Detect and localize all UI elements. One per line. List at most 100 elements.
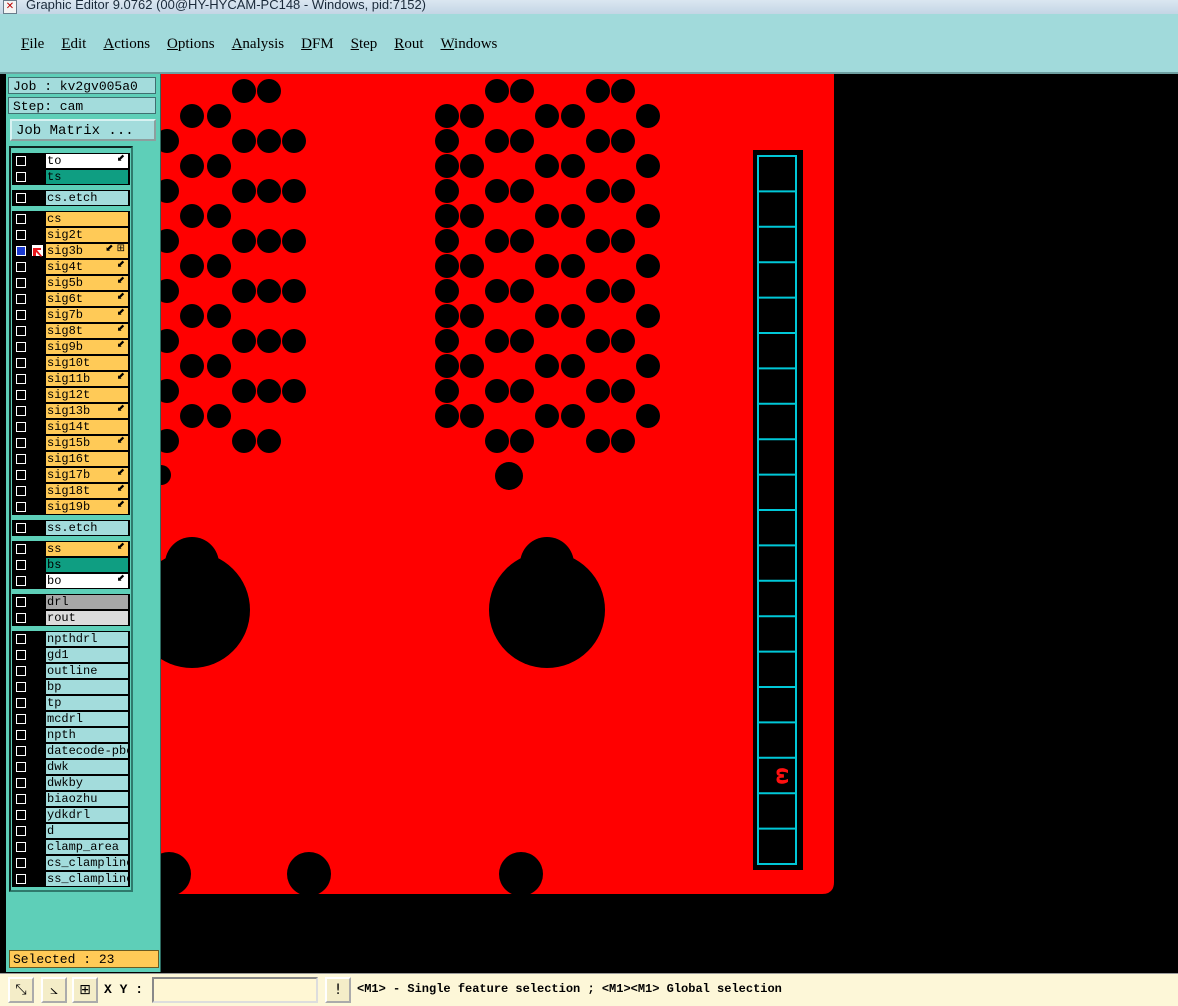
- layer-name[interactable]: outline: [46, 664, 128, 678]
- layer-row-ydkdrl[interactable]: ydkdrl: [12, 807, 130, 823]
- layer-row-ts[interactable]: ts: [12, 169, 130, 185]
- layer-checkbox[interactable]: [16, 714, 26, 724]
- layer-checkbox[interactable]: [16, 874, 26, 884]
- layer-checkbox[interactable]: [16, 172, 26, 182]
- layer-name[interactable]: sig10t: [46, 356, 128, 370]
- layer-row-sig7b[interactable]: sig7b ⬋: [12, 307, 130, 323]
- layer-row-sig12t[interactable]: sig12t: [12, 387, 130, 403]
- layer-name[interactable]: dwk: [46, 760, 128, 774]
- layer-name[interactable]: gd1: [46, 648, 128, 662]
- layer-checkbox[interactable]: [16, 762, 26, 772]
- layer-name[interactable]: dwkby: [46, 776, 128, 790]
- layer-checkbox[interactable]: [16, 406, 26, 416]
- layer-row-ss[interactable]: ss ⬋: [12, 541, 130, 557]
- layer-name[interactable]: ss_clampline: [46, 872, 128, 886]
- layer-name[interactable]: sig12t: [46, 388, 128, 402]
- layer-row-sig5b[interactable]: sig5b ⬋: [12, 275, 130, 291]
- layer-checkbox[interactable]: [16, 193, 26, 203]
- layer-checkbox[interactable]: [16, 842, 26, 852]
- layer-checkbox[interactable]: [16, 810, 26, 820]
- layer-checkbox[interactable]: [16, 613, 26, 623]
- layer-row-sig6t[interactable]: sig6t ⬋: [12, 291, 130, 307]
- layer-name[interactable]: bp: [46, 680, 128, 694]
- menu-windows[interactable]: Windows: [440, 36, 497, 53]
- layer-row-sig3b[interactable]: sig3b ⬋ ⊞: [12, 243, 130, 259]
- layer-name[interactable]: datecode-pbe: [46, 744, 128, 758]
- measure-icon[interactable]: ⦣: [41, 977, 67, 1003]
- layer-checkbox[interactable]: [16, 794, 26, 804]
- layer-row-gd1[interactable]: gd1: [12, 647, 130, 663]
- layer-checkbox[interactable]: [16, 262, 26, 272]
- layer-row-sig9b[interactable]: sig9b ⬋: [12, 339, 130, 355]
- layer-checkbox[interactable]: [16, 597, 26, 607]
- layer-row-biaozhu[interactable]: biaozhu: [12, 791, 130, 807]
- layer-row-d[interactable]: d: [12, 823, 130, 839]
- menu-options[interactable]: Options: [167, 36, 215, 53]
- layer-name[interactable]: bs: [46, 558, 128, 572]
- menu-actions[interactable]: Actions: [103, 36, 150, 53]
- layer-row-sig4t[interactable]: sig4t ⬋: [12, 259, 130, 275]
- xy-input[interactable]: [152, 977, 318, 1003]
- layer-row-sig18t[interactable]: sig18t ⬋: [12, 483, 130, 499]
- layer-name[interactable]: npthdrl: [46, 632, 128, 646]
- layer-name[interactable]: ts: [46, 170, 128, 184]
- layer-row-cs_clampline[interactable]: cs_clampline: [12, 855, 130, 871]
- layer-row-sig13b[interactable]: sig13b ⬋: [12, 403, 130, 419]
- layer-checkbox[interactable]: [16, 326, 26, 336]
- layer-row-sig8t[interactable]: sig8t ⬋: [12, 323, 130, 339]
- layer-checkbox[interactable]: [16, 560, 26, 570]
- layer-checkbox[interactable]: [16, 246, 26, 256]
- menu-step[interactable]: Step: [351, 36, 378, 53]
- menu-dfm[interactable]: DFM: [301, 36, 334, 53]
- zoom-area-icon[interactable]: ⤡: [8, 977, 34, 1003]
- layer-row-cs.etch[interactable]: cs.etch: [12, 190, 130, 206]
- layer-checkbox[interactable]: [16, 523, 26, 533]
- layer-checkbox[interactable]: [16, 544, 26, 554]
- layer-name[interactable]: cs.etch: [46, 191, 128, 205]
- menu-analysis[interactable]: Analysis: [232, 36, 285, 53]
- layer-name[interactable]: drl: [46, 595, 128, 609]
- layer-checkbox[interactable]: [16, 502, 26, 512]
- layer-row-drl[interactable]: drl: [12, 594, 130, 610]
- layer-name[interactable]: ss.etch: [46, 521, 128, 535]
- layer-row-mcdrl[interactable]: mcdrl: [12, 711, 130, 727]
- layer-checkbox[interactable]: [16, 390, 26, 400]
- layer-checkbox[interactable]: [16, 826, 26, 836]
- layer-row-rout[interactable]: rout: [12, 610, 130, 626]
- layer-checkbox[interactable]: [16, 294, 26, 304]
- layer-checkbox[interactable]: [16, 746, 26, 756]
- layer-name[interactable]: cs: [46, 212, 128, 226]
- graphic-canvas[interactable]: ω: [161, 74, 1178, 973]
- layer-row-dwkby[interactable]: dwkby: [12, 775, 130, 791]
- layer-checkbox[interactable]: [16, 358, 26, 368]
- layer-checkbox[interactable]: [16, 486, 26, 496]
- layer-name[interactable]: rout: [46, 611, 128, 625]
- layer-checkbox[interactable]: [16, 374, 26, 384]
- layer-name[interactable]: cs_clampline: [46, 856, 128, 870]
- layer-checkbox[interactable]: [16, 682, 26, 692]
- layer-row-cs[interactable]: cs: [12, 211, 130, 227]
- layer-name[interactable]: sig14t: [46, 420, 128, 434]
- layer-row-dwk[interactable]: dwk: [12, 759, 130, 775]
- layer-row-bp[interactable]: bp: [12, 679, 130, 695]
- layer-name[interactable]: mcdrl: [46, 712, 128, 726]
- layer-checkbox[interactable]: [16, 214, 26, 224]
- menu-file[interactable]: File: [21, 36, 44, 53]
- layer-name[interactable]: d: [46, 824, 128, 838]
- snap-grid-icon[interactable]: ⊞: [72, 977, 98, 1003]
- layer-checkbox[interactable]: [16, 438, 26, 448]
- board-view[interactable]: ω: [161, 74, 1178, 973]
- layer-row-sig11b[interactable]: sig11b ⬋: [12, 371, 130, 387]
- menu-edit[interactable]: Edit: [61, 36, 86, 53]
- layer-row-sig2t[interactable]: sig2t: [12, 227, 130, 243]
- layer-checkbox[interactable]: [16, 422, 26, 432]
- layer-name[interactable]: biaozhu: [46, 792, 128, 806]
- layer-name[interactable]: npth: [46, 728, 128, 742]
- layer-checkbox[interactable]: [16, 698, 26, 708]
- layer-row-ss_clampline[interactable]: ss_clampline: [12, 871, 130, 887]
- layer-checkbox[interactable]: [16, 858, 26, 868]
- alert-icon[interactable]: !: [325, 977, 351, 1003]
- layer-row-sig15b[interactable]: sig15b ⬋: [12, 435, 130, 451]
- layer-checkbox[interactable]: [16, 156, 26, 166]
- layer-checkbox[interactable]: [16, 730, 26, 740]
